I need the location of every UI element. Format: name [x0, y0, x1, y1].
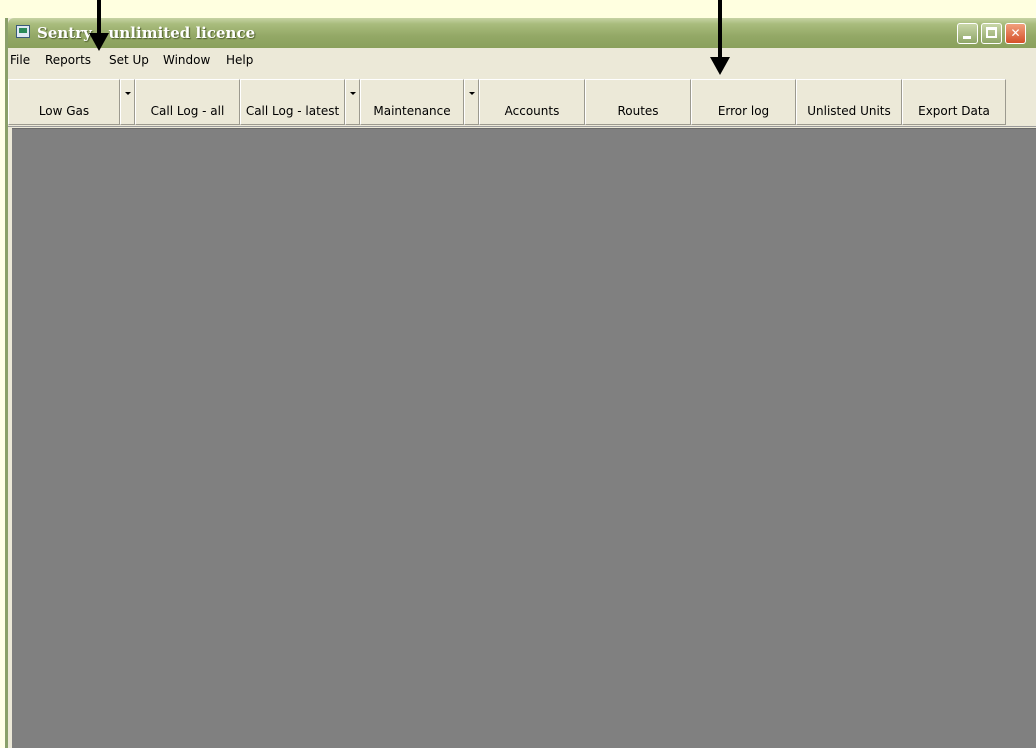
minimize-icon: [963, 36, 971, 39]
maximize-button[interactable]: [981, 23, 1002, 44]
menu-setup[interactable]: Set Up: [109, 53, 149, 67]
menu-file[interactable]: File: [10, 53, 30, 67]
accounts-button[interactable]: Accounts: [479, 79, 585, 125]
call-log-latest-label: Call Log - latest: [245, 104, 340, 118]
mdi-client-area[interactable]: [12, 128, 1036, 748]
annotation-arrow-reports: [89, 0, 109, 51]
close-icon: ✕: [1010, 26, 1021, 40]
app-window: Sentry - unlimited licence ✕ File Report…: [5, 18, 1036, 748]
menu-bar: File Reports Set Up Window Help: [8, 49, 1036, 71]
export-data-label: Export Data: [918, 104, 990, 118]
call-log-all-button[interactable]: Call Log - all: [135, 79, 240, 125]
menu-reports[interactable]: Reports: [45, 53, 91, 67]
routes-button[interactable]: Routes: [585, 79, 691, 125]
routes-label: Routes: [617, 104, 659, 118]
top-strip: [0, 0, 1036, 18]
export-data-button[interactable]: Export Data: [902, 79, 1006, 125]
app-icon[interactable]: [16, 25, 30, 38]
annotation-arrow-error-log: [710, 0, 730, 75]
unlisted-units-label: Unlisted Units: [807, 104, 891, 118]
low-gas-label: Low Gas: [38, 104, 90, 118]
maintenance-label: Maintenance: [373, 104, 451, 118]
call-log-latest-dropdown[interactable]: [345, 79, 360, 125]
call-log-all-label: Call Log - all: [150, 104, 225, 118]
menu-window[interactable]: Window: [163, 53, 210, 67]
title-bar[interactable]: Sentry - unlimited licence ✕: [8, 18, 1036, 48]
low-gas-button[interactable]: Low Gas: [8, 79, 120, 125]
window-title: Sentry - unlimited licence: [37, 24, 256, 42]
close-button[interactable]: ✕: [1005, 23, 1026, 44]
maintenance-button[interactable]: Maintenance: [360, 79, 464, 125]
error-log-button[interactable]: Error log: [691, 79, 796, 125]
accounts-label: Accounts: [504, 104, 560, 118]
maintenance-dropdown[interactable]: [464, 79, 479, 125]
toolbar: Low Gas Call Log - all Call Log - latest…: [8, 71, 1036, 127]
low-gas-dropdown[interactable]: [120, 79, 135, 125]
unlisted-units-button[interactable]: Unlisted Units: [796, 79, 902, 125]
maximize-icon: [986, 27, 997, 38]
menu-help[interactable]: Help: [226, 53, 253, 67]
error-log-label: Error log: [717, 104, 770, 118]
call-log-latest-button[interactable]: Call Log - latest: [240, 79, 345, 125]
minimize-button[interactable]: [957, 23, 978, 44]
